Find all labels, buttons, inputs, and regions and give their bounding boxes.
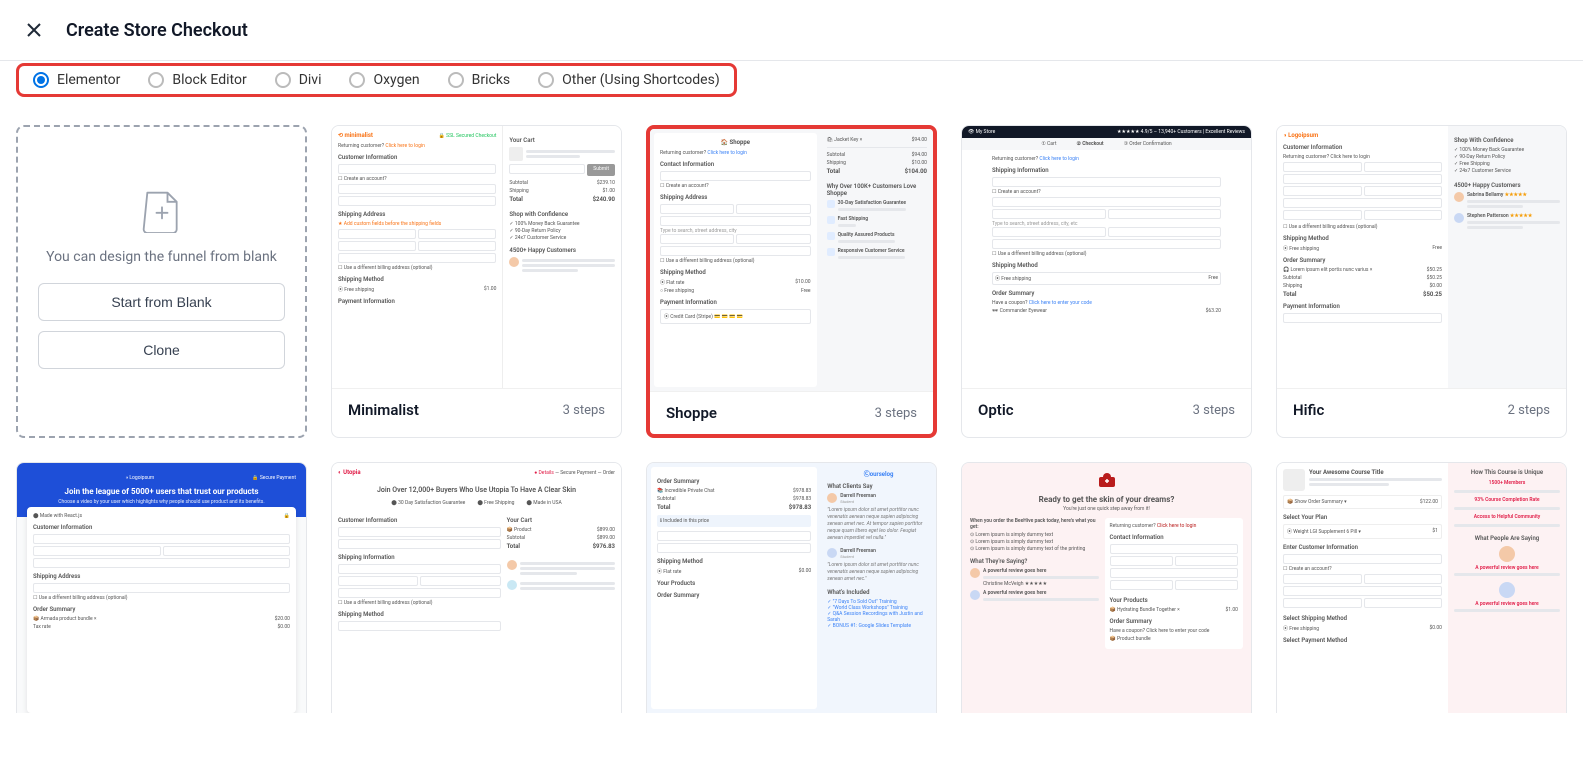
template-name: Minimalist [348, 401, 419, 419]
blank-file-icon [140, 189, 184, 233]
close-icon [26, 22, 42, 38]
tab-bricks[interactable]: Bricks [448, 72, 511, 88]
radio-icon [148, 72, 164, 88]
template-thumbnail: Your Awesome Course Title 📦 Show Order S… [1277, 463, 1566, 713]
blank-card: You can design the funnel from blank Sta… [16, 125, 307, 438]
tab-other[interactable]: Other (Using Shortcodes) [538, 72, 720, 88]
card-footer: Shoppe 3 steps [650, 391, 933, 434]
template-thumbnail: 👁 My Store★★★★★ 4.9/5 – 13,940+ Customer… [962, 126, 1251, 388]
card-footer: Hific 2 steps [1277, 388, 1566, 431]
template-card-row2-3[interactable]: Order Summary 📚 Incredible Private Chat$… [646, 462, 937, 713]
template-card-optic[interactable]: 👁 My Store★★★★★ 4.9/5 – 13,940+ Customer… [961, 125, 1252, 438]
template-thumbnail: ◑ Logoipsum🔒 Secure Payment Join the lea… [17, 463, 306, 713]
template-steps: 3 steps [563, 403, 605, 418]
tab-oxygen[interactable]: Oxygen [349, 72, 419, 88]
tab-label: Block Editor [172, 72, 246, 88]
tab-label: Other (Using Shortcodes) [562, 72, 720, 88]
template-card-minimalist[interactable]: ⟲ minimalist🔒 SSL Secured Checkout Retur… [331, 125, 622, 438]
template-card-row2-2[interactable]: ◐ Utopia● Details — Secure Payment — Ord… [331, 462, 622, 713]
template-card-shoppe[interactable]: 🏠 Shoppe Returning customer? Click here … [646, 125, 937, 438]
radio-icon [448, 72, 464, 88]
builder-tabs-wrap: Elementor Block Editor Divi Oxygen Brick… [0, 61, 1583, 101]
template-steps: 3 steps [875, 406, 917, 421]
template-name: Shoppe [666, 404, 717, 422]
clone-button[interactable]: Clone [38, 331, 285, 369]
card-footer: Minimalist 3 steps [332, 388, 621, 431]
radio-icon [538, 72, 554, 88]
tab-label: Elementor [57, 72, 120, 88]
template-steps: 2 steps [1508, 403, 1550, 418]
template-card-row2-5[interactable]: Your Awesome Course Title 📦 Show Order S… [1276, 462, 1567, 713]
radio-icon [349, 72, 365, 88]
template-thumbnail: ◐ Utopia● Details — Secure Payment — Ord… [332, 463, 621, 713]
card-footer: Optic 3 steps [962, 388, 1251, 431]
tab-label: Bricks [472, 72, 511, 88]
template-grid: You can design the funnel from blank Sta… [0, 101, 1583, 737]
template-name: Hific [1293, 401, 1324, 419]
template-name: Optic [978, 401, 1014, 419]
tab-label: Oxygen [373, 72, 419, 88]
template-card-row2-4[interactable]: Ready to get the skin of your dreams? Yo… [961, 462, 1252, 713]
template-thumbnail: Order Summary 📚 Incredible Private Chat$… [647, 463, 936, 713]
template-thumbnail: ⟲ minimalist🔒 SSL Secured Checkout Retur… [332, 126, 621, 388]
tab-elementor[interactable]: Elementor [33, 72, 120, 88]
template-card-row2-1[interactable]: ◑ Logoipsum🔒 Secure Payment Join the lea… [16, 462, 307, 713]
blank-text: You can design the funnel from blank [46, 249, 277, 265]
modal-header: Create Store Checkout [0, 0, 1583, 61]
template-thumbnail: Ready to get the skin of your dreams? Yo… [962, 463, 1251, 713]
tab-block-editor[interactable]: Block Editor [148, 72, 246, 88]
tab-label: Divi [299, 72, 322, 88]
page-title: Create Store Checkout [66, 20, 248, 41]
cart-icon [1095, 471, 1119, 489]
start-from-blank-button[interactable]: Start from Blank [38, 283, 285, 321]
builder-tabs: Elementor Block Editor Divi Oxygen Brick… [16, 63, 737, 97]
tab-divi[interactable]: Divi [275, 72, 322, 88]
template-thumbnail: 🏠 Shoppe Returning customer? Click here … [650, 129, 933, 391]
radio-icon [275, 72, 291, 88]
close-button[interactable] [20, 16, 48, 44]
template-card-hific[interactable]: ◑ Logoipsum Customer Information Returni… [1276, 125, 1567, 438]
radio-icon [33, 72, 49, 88]
template-thumbnail: ◑ Logoipsum Customer Information Returni… [1277, 126, 1566, 388]
template-steps: 3 steps [1193, 403, 1235, 418]
